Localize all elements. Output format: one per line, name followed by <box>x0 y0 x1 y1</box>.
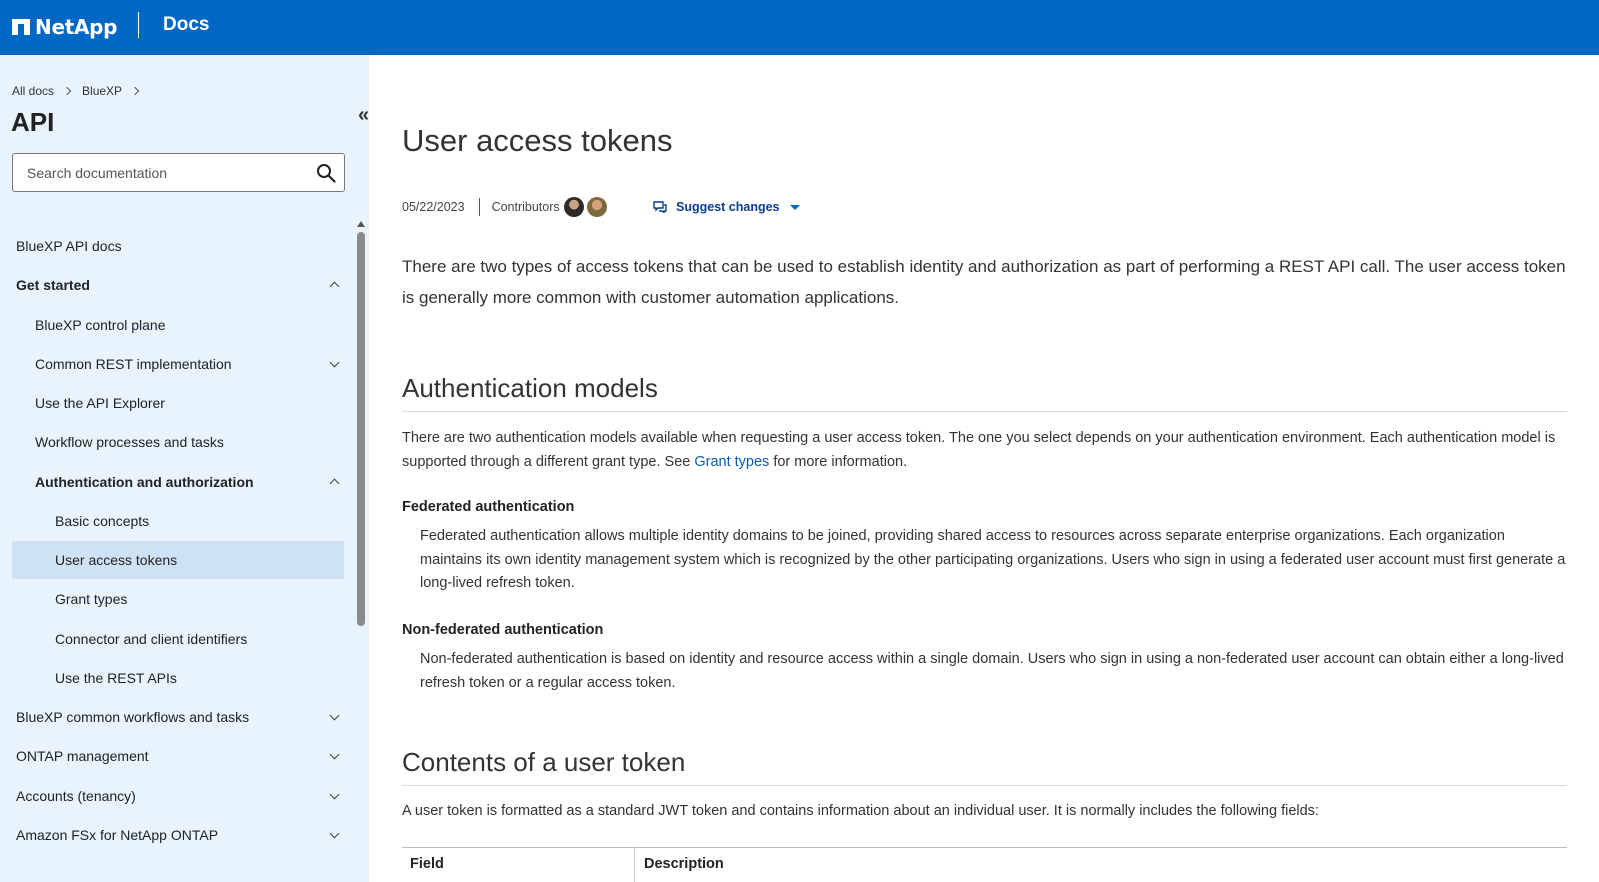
contents-paragraph: A user token is formatted as a standard … <box>402 803 1319 819</box>
intro-paragraph: There are two types of access tokens tha… <box>402 257 1566 307</box>
sidebar-title: API <box>11 107 55 137</box>
search-input[interactable] <box>27 163 307 183</box>
sidebar-item-bluexp-control-plane[interactable]: BlueXP control plane <box>12 306 344 344</box>
sidebar-item-label: BlueXP control plane <box>35 317 166 333</box>
chevron-down-icon[interactable] <box>329 357 340 368</box>
breadcrumb-all-docs[interactable]: All docs <box>12 84 54 98</box>
sidebar-item-label: Grant types <box>55 591 128 607</box>
sidebar-item-use-the-api-explorer[interactable]: Use the API Explorer <box>12 384 344 422</box>
federated-authentication-title: Federated authentication <box>402 499 575 515</box>
sidebar-item-label: Connector and client identifiers <box>55 631 248 647</box>
sidebar-item-label: ONTAP management <box>16 748 149 764</box>
sidebar-item-label: Workflow processes and tasks <box>35 434 224 450</box>
logo-text: NetApp <box>35 15 118 39</box>
sidebar-item-amazon-fsx-for-netapp-ontap[interactable]: Amazon FSx for NetApp ONTAP <box>12 816 344 854</box>
last-updated-date: 05/22/2023 <box>402 200 465 214</box>
sidebar-item-label: User access tokens <box>55 552 178 568</box>
sidebar: All docs BlueXP API « BlueXP API docsGet… <box>0 55 369 882</box>
chevron-up-icon[interactable] <box>329 478 340 489</box>
main-content: User access tokens 05/22/2023 Contributo… <box>369 55 1599 882</box>
sidebar-item-ontap-management[interactable]: ONTAP management <box>12 737 344 775</box>
meta-divider <box>478 198 480 216</box>
sidebar-item-use-the-rest-apis[interactable]: Use the REST APIs <box>12 659 344 697</box>
netapp-logo[interactable]: NetApp <box>12 13 117 41</box>
chevron-right-icon <box>62 86 72 96</box>
header-divider <box>138 12 139 38</box>
heading-rule <box>402 411 1567 412</box>
section-heading-contents-of-user-token: Contents of a user token <box>402 747 686 777</box>
contributor-avatar[interactable] <box>563 197 584 217</box>
suggest-changes-button[interactable]: Suggest changes <box>653 196 800 218</box>
federated-authentication-text: Federated authentication allows multiple… <box>420 528 1566 591</box>
non-federated-authentication-title: Non-federated authentication <box>402 622 604 638</box>
sidebar-item-label: BlueXP common workflows and tasks <box>16 709 250 725</box>
sidebar-item-connector-and-client-identifiers[interactable]: Connector and client identifiers <box>12 620 344 658</box>
contributors-label[interactable]: Contributors <box>492 200 560 214</box>
contributor-avatar[interactable] <box>586 197 607 217</box>
docs-home-link[interactable]: Docs <box>163 14 209 36</box>
sidebar-item-label: Accounts (tenancy) <box>16 788 136 804</box>
sidebar-item-authentication-and-authorization[interactable]: Authentication and authorization <box>12 463 344 501</box>
sidebar-item-bluexp-common-workflows-and-tasks[interactable]: BlueXP common workflows and tasks <box>12 698 344 736</box>
sidebar-item-workflow-processes-and-tasks[interactable]: Workflow processes and tasks <box>12 423 344 461</box>
chevron-down-icon[interactable] <box>329 749 340 760</box>
comment-icon <box>653 201 667 213</box>
suggest-changes-label: Suggest changes <box>676 200 780 214</box>
caret-down-icon[interactable] <box>789 204 800 210</box>
sidebar-scrollbar[interactable] <box>355 218 367 882</box>
sidebar-item-basic-concepts[interactable]: Basic concepts <box>12 502 344 540</box>
chevron-right-icon <box>130 86 140 96</box>
sidebar-item-label: Amazon FSx for NetApp ONTAP <box>16 827 219 843</box>
sidebar-item-label: Basic concepts <box>55 513 150 529</box>
page-title: User access tokens <box>402 123 673 158</box>
scrollbar-thumb[interactable] <box>357 232 365 626</box>
breadcrumb: All docs BlueXP <box>12 84 150 98</box>
chevron-down-icon[interactable] <box>329 828 340 839</box>
chevron-up-icon[interactable] <box>329 281 340 292</box>
breadcrumb-bluexp[interactable]: BlueXP <box>82 84 122 98</box>
table-header-description: Description <box>644 856 724 872</box>
paragraph-text: There are two authentication models avai… <box>402 430 1556 470</box>
chevron-down-icon[interactable] <box>329 710 340 721</box>
search-box <box>12 153 345 192</box>
fields-table-column-divider <box>634 847 635 882</box>
grant-types-link[interactable]: Grant types <box>694 454 769 470</box>
netapp-logo-icon <box>12 19 30 35</box>
sidebar-item-label: Common REST implementation <box>35 356 232 372</box>
sidebar-item-label: Use the API Explorer <box>35 395 165 411</box>
sidebar-item-label: Authentication and authorization <box>35 474 254 490</box>
page-meta: 05/22/2023 Contributors <box>402 196 607 218</box>
search-icon[interactable] <box>316 163 336 183</box>
authentication-models-paragraph: There are two authentication models avai… <box>402 427 1572 474</box>
fields-table-top-border <box>402 847 1567 848</box>
sidebar-item-label: BlueXP API docs <box>16 238 122 254</box>
sidebar-item-common-rest-implementation[interactable]: Common REST implementation <box>12 345 344 383</box>
sidebar-item-label: Get started <box>16 277 90 293</box>
scroll-up-arrow-icon[interactable] <box>357 221 365 227</box>
heading-rule <box>402 785 1567 786</box>
paragraph-text: for more information. <box>769 453 908 470</box>
sidebar-item-user-access-tokens[interactable]: User access tokens <box>12 541 344 579</box>
sidebar-item-label: Use the REST APIs <box>55 670 177 686</box>
top-header: NetApp Docs <box>0 0 1599 55</box>
chevron-down-icon[interactable] <box>329 789 340 800</box>
sidebar-item-bluexp-api-docs[interactable]: BlueXP API docs <box>12 227 344 265</box>
non-federated-authentication-text: Non-federated authentication is based on… <box>420 651 1564 691</box>
sidebar-item-grant-types[interactable]: Grant types <box>12 580 344 618</box>
sidebar-item-get-started[interactable]: Get started <box>12 266 344 304</box>
section-heading-authentication-models: Authentication models <box>402 373 658 403</box>
table-header-field: Field <box>410 856 444 872</box>
sidebar-item-accounts-tenancy[interactable]: Accounts (tenancy) <box>12 777 344 815</box>
